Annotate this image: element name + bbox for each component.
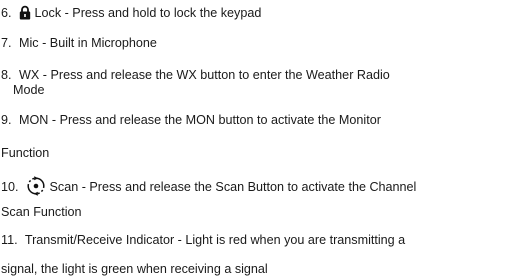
list-item-6: 6. Lock - Press and hold to lock the key… (1, 5, 261, 24)
item-number: 10. (1, 180, 19, 194)
list-item-11: 11. Transmit/Receive Indicator - Light i… (1, 233, 405, 248)
list-item-8: 8. WX - Press and release the WX button … (1, 68, 390, 83)
item-number: 8. (1, 68, 12, 82)
item-number: 7. (1, 36, 12, 50)
list-item-9-continuation: Function (1, 146, 49, 161)
item-text: Function (1, 146, 50, 160)
item-text: Transmit/Receive Indicator - Light is re… (24, 233, 406, 247)
item-number: 6. (1, 6, 12, 20)
item-text: Scan - Press and release the Scan Button… (49, 180, 417, 194)
item-text: Lock - Press and hold to lock the keypad (34, 6, 262, 20)
lock-icon (19, 5, 31, 24)
list-item-10-continuation: Scan Function (1, 205, 82, 220)
list-item-8-continuation: Mode (13, 83, 45, 98)
item-text: Scan Function (1, 205, 82, 219)
item-text: WX - Press and release the WX button to … (19, 68, 390, 82)
item-text: signal, the light is green when receivin… (1, 262, 268, 276)
list-item-10: 10. Scan - Press and release the Scan Bu… (1, 176, 416, 200)
scan-icon (26, 176, 46, 200)
item-number: 11. (1, 233, 18, 247)
list-item-11-continuation: signal, the light is green when receivin… (1, 262, 268, 277)
item-text: MON - Press and release the MON button t… (19, 113, 381, 127)
item-text: Mode (13, 83, 45, 97)
item-number: 9. (1, 113, 12, 127)
list-item-7: 7. Mic - Built in Microphone (1, 36, 157, 51)
item-text: Mic - Built in Microphone (19, 36, 157, 50)
instruction-list: 6. Lock - Press and hold to lock the key… (0, 0, 532, 277)
list-item-9: 9. MON - Press and release the MON butto… (1, 113, 381, 128)
